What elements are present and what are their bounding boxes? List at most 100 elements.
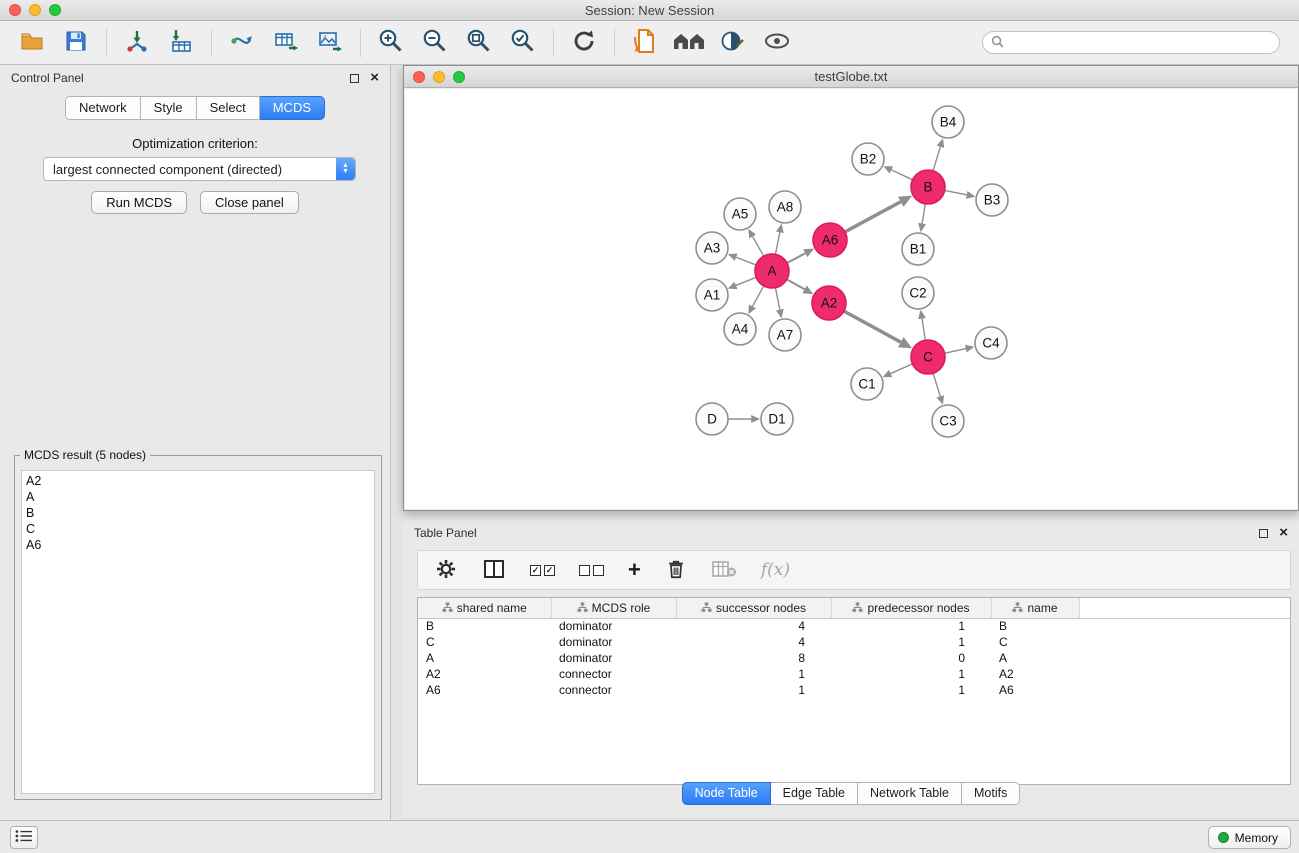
network-close-button[interactable] [413,71,425,83]
export-table-button[interactable] [268,25,304,61]
graph-node-B[interactable]: B [911,170,945,204]
graph-edge-B-B4[interactable] [933,147,940,171]
graph-node-A8[interactable]: A8 [769,191,801,223]
show-hide-button[interactable] [759,25,795,61]
zoom-window-button[interactable] [49,4,61,16]
task-history-button[interactable] [10,826,38,849]
open-document-button[interactable] [627,25,663,61]
graph-node-C4[interactable]: C4 [975,327,1007,359]
table-cell[interactable]: 0 [831,650,991,666]
tab-network[interactable]: Network [65,96,141,120]
export-image-button[interactable] [312,25,348,61]
graph-edge-A-A5[interactable] [753,236,764,256]
graph-node-A1[interactable]: A1 [696,279,728,311]
mcds-result-item[interactable]: A6 [26,537,370,553]
table-cell[interactable]: connector [551,682,676,698]
memory-button[interactable]: Memory [1208,826,1291,849]
table-cell[interactable]: 1 [676,666,831,682]
column-header[interactable]: name [991,598,1079,618]
show-columns-button[interactable] [482,555,506,585]
node-table[interactable]: shared nameMCDS rolesuccessor nodesprede… [417,597,1291,785]
mcds-result-item[interactable]: B [26,505,370,521]
table-cell[interactable]: A [418,650,551,666]
table-cell[interactable]: 1 [831,634,991,650]
table-row[interactable]: Cdominator41C [418,634,1290,650]
mcds-result-item[interactable]: A2 [26,473,370,489]
graph-edge-A-A4[interactable] [752,286,763,307]
table-cell[interactable]: 1 [831,618,991,634]
table-cell[interactable]: A6 [991,682,1079,698]
apply-layout-button[interactable] [566,25,602,61]
import-table-button[interactable] [163,25,199,61]
search-box[interactable] [982,31,1280,54]
graph-edge-A6-B[interactable] [845,202,901,232]
search-input[interactable] [1009,36,1271,50]
table-cell[interactable]: 1 [676,682,831,698]
export-network-button[interactable] [224,25,260,61]
graph-node-A4[interactable]: A4 [724,313,756,345]
delete-row-button[interactable] [665,555,687,585]
close-window-button[interactable] [9,4,21,16]
column-header[interactable]: shared name [418,598,551,618]
column-header[interactable]: successor nodes [676,598,831,618]
float-table-panel-icon[interactable] [1259,529,1268,538]
graph-edge-A-A6[interactable] [787,253,805,263]
graph-node-A7[interactable]: A7 [769,319,801,351]
graph-node-A5[interactable]: A5 [724,198,756,230]
network-view-window[interactable]: testGlobe.txt B4B2BB3A5A8A6B1A3AC2A1A2A4… [403,65,1299,511]
graph-node-D1[interactable]: D1 [761,403,793,435]
network-window-titlebar[interactable]: testGlobe.txt [404,66,1298,88]
optimization-criterion-select[interactable]: largest connected component (directed) ▲… [43,157,356,181]
zoom-fit-button[interactable] [461,25,497,61]
graph-node-A6[interactable]: A6 [813,223,847,257]
graph-node-A2[interactable]: A2 [812,286,846,320]
table-cell[interactable]: A [991,650,1079,666]
first-neighbors-button[interactable] [671,25,707,61]
tab-edge-table[interactable]: Edge Table [771,782,858,805]
graph-node-C3[interactable]: C3 [932,405,964,437]
network-minimize-button[interactable] [433,71,445,83]
network-canvas[interactable]: B4B2BB3A5A8A6B1A3AC2A1A2A4A7C4CC1C3DD1 [405,89,1297,509]
graph-edge-A-A7[interactable] [775,288,779,310]
table-cell[interactable]: 1 [831,682,991,698]
table-cell[interactable]: dominator [551,650,676,666]
table-row[interactable]: Bdominator41B [418,618,1290,634]
tab-node-table[interactable]: Node Table [682,782,771,805]
graph-edge-C-C1[interactable] [891,364,913,374]
import-network-button[interactable] [119,25,155,61]
graph-node-C2[interactable]: C2 [902,277,934,309]
column-header[interactable]: MCDS role [551,598,676,618]
table-cell[interactable]: A2 [418,666,551,682]
float-panel-icon[interactable] [350,74,359,83]
table-cell[interactable]: dominator [551,634,676,650]
graph-node-A[interactable]: A [755,254,789,288]
zoom-out-button[interactable] [417,25,453,61]
graph-edge-C-C3[interactable] [933,373,940,396]
table-cell[interactable]: B [991,618,1079,634]
table-cell[interactable]: A6 [418,682,551,698]
minimize-window-button[interactable] [29,4,41,16]
table-cell[interactable]: 8 [676,650,831,666]
render-mode-button[interactable] [715,25,751,61]
column-header[interactable]: predecessor nodes [831,598,991,618]
network-canvas-svg[interactable]: B4B2BB3A5A8A6B1A3AC2A1A2A4A7C4CC1C3DD1 [405,89,1299,510]
delete-table-button[interactable] [711,555,737,585]
graph-edge-A-A2[interactable] [787,279,805,289]
table-cell[interactable]: A2 [991,666,1079,682]
network-zoom-button[interactable] [453,71,465,83]
select-all-button[interactable]: ✓✓ [530,555,555,585]
tab-style[interactable]: Style [141,96,197,120]
graph-node-B2[interactable]: B2 [852,143,884,175]
close-panel-icon[interactable]: × [370,73,379,83]
graph-edge-B-B1[interactable] [922,204,925,224]
zoom-in-button[interactable] [373,25,409,61]
deselect-all-button[interactable] [579,555,604,585]
tab-motifs[interactable]: Motifs [962,782,1020,805]
table-cell[interactable]: C [991,634,1079,650]
table-cell[interactable]: dominator [551,618,676,634]
close-table-panel-icon[interactable]: × [1279,528,1288,538]
graph-edge-B-B3[interactable] [945,190,967,194]
graph-edge-C-C4[interactable] [945,349,966,354]
close-panel-button[interactable]: Close panel [200,191,299,214]
table-cell[interactable]: 1 [831,666,991,682]
